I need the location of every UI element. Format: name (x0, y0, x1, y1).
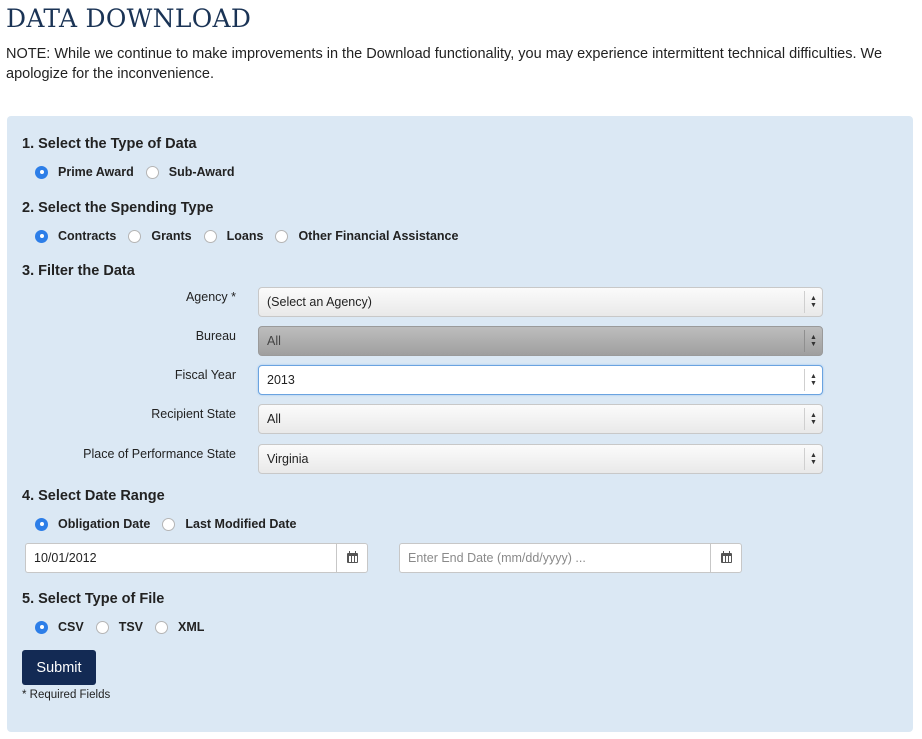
radio-button[interactable] (35, 517, 48, 531)
filter-row-place-of-performance-state: Place of Performance State Virginia ▲ ▼ (7, 444, 913, 474)
radio-last-modified-date[interactable]: Last Modified Date (162, 517, 297, 531)
select-value: Virginia (267, 452, 309, 466)
bureau-select[interactable]: All ▲ ▼ (258, 326, 823, 356)
radio-label: TSV (118, 620, 144, 634)
recipient-state-label: Recipient State (151, 407, 236, 421)
select-value: All (267, 334, 281, 348)
start-date-calendar-button[interactable] (336, 543, 368, 573)
end-date-calendar-button[interactable] (710, 543, 742, 573)
radio-button[interactable] (95, 620, 109, 634)
section-title-filter: 3. Filter the Data (22, 263, 135, 279)
place-of-performance-state-select[interactable]: Virginia ▲ ▼ (258, 444, 823, 474)
radio-label: Loans (226, 229, 264, 243)
radio-button[interactable] (35, 229, 48, 243)
radio-label: XML (178, 620, 205, 634)
radio-other-financial-assistance[interactable]: Other Financial Assistance (275, 229, 458, 243)
download-form-panel: 1. Select the Type of Data Prime Award S… (7, 116, 913, 732)
notice-text: NOTE: While we continue to make improvem… (6, 46, 883, 82)
radio-button[interactable] (203, 229, 217, 243)
radio-button[interactable] (162, 517, 176, 531)
bureau-label: Bureau (195, 329, 236, 343)
fiscal-year-label: Fiscal Year (174, 368, 236, 382)
section-title-data-type: 1. Select the Type of Data (22, 136, 197, 152)
radio-label: Contracts (58, 229, 117, 243)
start-date-input[interactable] (25, 543, 336, 573)
agency-label: Agency * (185, 290, 236, 304)
select-value: 2013 (267, 373, 295, 387)
radio-tsv[interactable]: TSV (95, 620, 144, 634)
radio-button[interactable] (275, 229, 289, 243)
select-arrows-icon: ▲ ▼ (804, 408, 822, 430)
end-date-input[interactable] (399, 543, 710, 573)
spending-type-radio-group: Contracts Grants Loans Other Financial A… (35, 226, 470, 246)
page-title: DATA DOWNLOAD (6, 4, 252, 33)
calendar-icon (346, 551, 358, 563)
recipient-state-select[interactable]: All ▲ ▼ (258, 404, 823, 434)
radio-label: Sub-Award (168, 165, 235, 179)
filter-row-bureau: Bureau All ▲ ▼ (7, 326, 913, 356)
fiscal-year-select[interactable]: 2013 ▲ ▼ (258, 365, 823, 395)
required-fields-note: * Required Fields (22, 689, 111, 701)
select-value: (Select an Agency) (267, 295, 372, 309)
radio-obligation-date[interactable]: Obligation Date (35, 517, 150, 531)
radio-button[interactable] (128, 229, 142, 243)
radio-button[interactable] (155, 620, 169, 634)
select-arrows-icon: ▲ ▼ (804, 291, 822, 313)
filter-row-fiscal-year: Fiscal Year 2013 ▲ ▼ (7, 365, 913, 395)
start-date-group (25, 543, 368, 573)
radio-grants[interactable]: Grants (128, 229, 192, 243)
select-arrows-icon: ▲ ▼ (804, 448, 822, 470)
radio-label: Grants (151, 229, 192, 243)
date-type-radio-group: Obligation Date Last Modified Date (35, 514, 309, 534)
agency-select[interactable]: (Select an Agency) ▲ ▼ (258, 287, 823, 317)
filter-row-agency: Agency * (Select an Agency) ▲ ▼ (7, 287, 913, 317)
calendar-icon (720, 551, 732, 563)
submit-button[interactable]: Submit (22, 650, 96, 685)
select-arrows-icon: ▲ ▼ (804, 330, 822, 352)
select-value: All (267, 412, 281, 426)
radio-label: CSV (58, 620, 84, 634)
radio-prime-award[interactable]: Prime Award (35, 165, 134, 179)
radio-button[interactable] (145, 165, 159, 179)
radio-contracts[interactable]: Contracts (35, 229, 116, 243)
data-type-radio-group: Prime Award Sub-Award (35, 162, 246, 182)
radio-csv[interactable]: CSV (35, 620, 84, 634)
radio-sub-award[interactable]: Sub-Award (145, 165, 235, 179)
filter-row-recipient-state: Recipient State All ▲ ▼ (7, 404, 913, 434)
radio-button[interactable] (35, 165, 48, 179)
radio-loans[interactable]: Loans (203, 229, 264, 243)
radio-button[interactable] (35, 620, 48, 634)
end-date-group (399, 543, 742, 573)
file-type-radio-group: CSV TSV XML (35, 617, 216, 637)
radio-label: Other Financial Assistance (298, 229, 459, 243)
section-title-date-range: 4. Select Date Range (22, 488, 165, 504)
radio-label: Prime Award (58, 165, 134, 179)
section-title-spending-type: 2. Select the Spending Type (22, 200, 214, 216)
radio-xml[interactable]: XML (155, 620, 204, 634)
select-arrows-icon: ▲ ▼ (804, 369, 822, 391)
radio-label: Obligation Date (58, 517, 151, 531)
section-title-file-type: 5. Select Type of File (22, 591, 165, 607)
place-of-performance-state-label: Place of Performance State (83, 447, 236, 461)
radio-label: Last Modified Date (185, 517, 297, 531)
